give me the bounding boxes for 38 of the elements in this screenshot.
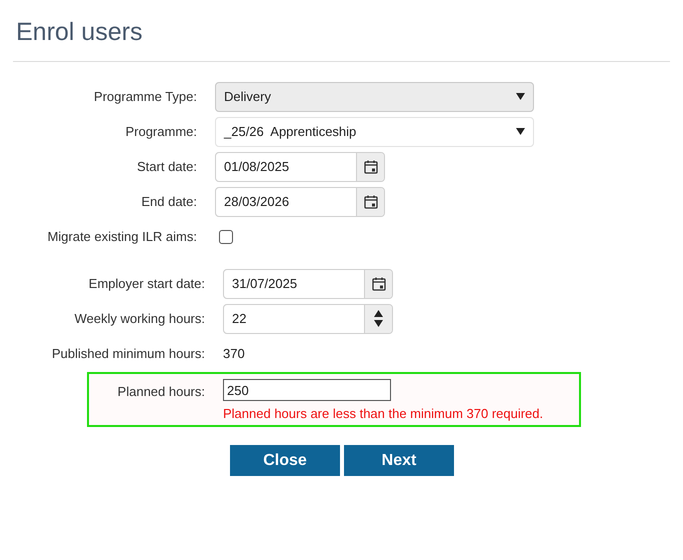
field-label: Weekly working hours: — [73, 310, 205, 328]
dropdown-value: _25/26 Apprenticeship — [224, 122, 356, 141]
planned-hours-input[interactable]: 250 — [223, 379, 391, 401]
field-label: Planned hours: — [116, 383, 205, 401]
field-label: Employer start date: — [88, 274, 205, 293]
date-value: 31/07/2025 — [231, 274, 298, 293]
calendar-button[interactable] — [356, 188, 384, 216]
number-field[interactable]: 22 — [223, 304, 393, 334]
caret-icon — [516, 93, 525, 100]
calendar-icon — [364, 194, 378, 208]
dropdown-value: Delivery — [224, 88, 271, 106]
page-title: Enrol users — [16, 20, 144, 45]
number-value: 22 — [231, 310, 248, 328]
date-field[interactable]: 01/08/2025 — [215, 152, 385, 182]
field-label: Migrate existing ILR aims: — [46, 228, 197, 246]
calendar-icon — [364, 160, 378, 174]
checkbox[interactable] — [219, 230, 233, 244]
spinner-button[interactable] — [364, 304, 392, 332]
error-message: Planned hours are less than the minimum 370 required. — [223, 405, 544, 423]
field-label: Published minimum hours: — [50, 344, 205, 363]
calendar-button[interactable] — [356, 152, 384, 180]
date-field[interactable]: 31/07/2025 — [223, 268, 393, 298]
dropdown[interactable]: _25/26 Apprenticeship — [215, 116, 534, 146]
caret-icon — [516, 128, 525, 135]
field-label: Programme Type: — [92, 88, 197, 106]
date-field[interactable]: 28/03/2026 — [215, 186, 385, 216]
field-label: Programme: — [124, 122, 197, 141]
up-arrow-icon — [374, 310, 383, 317]
field-label: End date: — [140, 192, 197, 211]
action-button[interactable]: Close — [230, 445, 340, 476]
down-arrow-icon — [374, 320, 383, 327]
field-label: Start date: — [136, 158, 197, 176]
action-button[interactable]: Next — [344, 445, 454, 476]
calendar-icon — [372, 276, 386, 290]
date-value: 28/03/2026 — [223, 192, 290, 211]
calendar-button[interactable] — [364, 270, 392, 298]
date-value: 01/08/2025 — [223, 158, 290, 176]
field-value: 370 — [223, 344, 245, 363]
